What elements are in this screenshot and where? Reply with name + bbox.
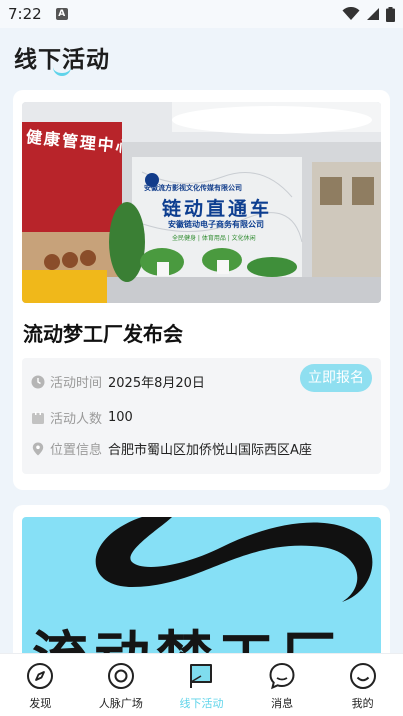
event-count-row: 活动人数 100 xyxy=(31,408,133,427)
tab-profile[interactable]: 我的 xyxy=(322,654,403,716)
event-location-label: 位置信息 xyxy=(50,443,103,458)
tab-label: 发现 xyxy=(29,697,52,710)
status-icons xyxy=(342,6,395,22)
location-pin-icon xyxy=(32,442,44,455)
photo-company-line: 安徽流方影视文化传媒有限公司 xyxy=(144,184,242,192)
photo-sub-company: 安徽链动电子商务有限公司 xyxy=(168,220,264,229)
clock-icon xyxy=(31,375,45,388)
signup-button[interactable]: 立即报名 xyxy=(300,364,372,392)
event-count-label: 活动人数 xyxy=(50,412,103,427)
title-accent xyxy=(53,66,71,76)
tab-label: 线下活动 xyxy=(179,697,224,710)
people-icon xyxy=(32,411,44,424)
flag-icon xyxy=(190,664,213,688)
event-poster: 流动梦工厂 xyxy=(22,517,381,665)
target-icon xyxy=(107,663,134,689)
bottom-tab-bar: 发现 人脉广场 线下活动 消息 我的 xyxy=(0,653,403,716)
battery-icon xyxy=(386,6,395,22)
compass-icon xyxy=(27,663,54,689)
event-title: 流动梦工厂发布会 xyxy=(23,322,183,346)
photo-brand: 链动直通车 xyxy=(162,198,273,220)
event-time-label: 活动时间 xyxy=(50,376,103,391)
tab-label: 我的 xyxy=(351,697,374,710)
notification-icon: A xyxy=(55,8,68,20)
status-bar: 7:22 A xyxy=(0,0,403,28)
tab-label: 消息 xyxy=(271,697,294,710)
event-location-value: 合肥市蜀山区加侨悦山国际西区A座 xyxy=(108,443,312,458)
event-card[interactable]: 流动梦工厂 xyxy=(13,505,390,665)
tab-offline-events[interactable]: 线下活动 xyxy=(161,654,242,716)
event-count-value: 100 xyxy=(108,410,133,425)
signal-icon xyxy=(367,8,379,20)
event-card[interactable]: 健康管理中心 安徽流方影视文化传媒有限公司 链动直通车 安徽链动电子商务有限公司… xyxy=(13,90,390,490)
status-time: 7:22 xyxy=(8,5,42,23)
tab-label: 人脉广场 xyxy=(98,697,143,710)
event-info: 活动时间 2025年8月20日 立即报名 活动人数 100 位置信息 合肥市蜀山… xyxy=(22,358,381,474)
tab-discover[interactable]: 发现 xyxy=(0,654,81,716)
event-time-value: 2025年8月20日 xyxy=(108,376,205,391)
event-photo: 健康管理中心 安徽流方影视文化传媒有限公司 链动直通车 安徽链动电子商务有限公司… xyxy=(22,102,381,303)
tab-messages[interactable]: 消息 xyxy=(242,654,323,716)
chat-icon xyxy=(269,662,295,690)
smile-icon xyxy=(349,663,376,689)
event-location-row: 位置信息 合肥市蜀山区加侨悦山国际西区A座 xyxy=(31,439,312,458)
photo-tagline: 全民健身 | 体育用品 | 文化休闲 xyxy=(172,235,256,242)
tab-network-square[interactable]: 人脉广场 xyxy=(81,654,162,716)
wifi-icon xyxy=(342,7,360,20)
event-time-row: 活动时间 2025年8月20日 xyxy=(31,372,205,391)
